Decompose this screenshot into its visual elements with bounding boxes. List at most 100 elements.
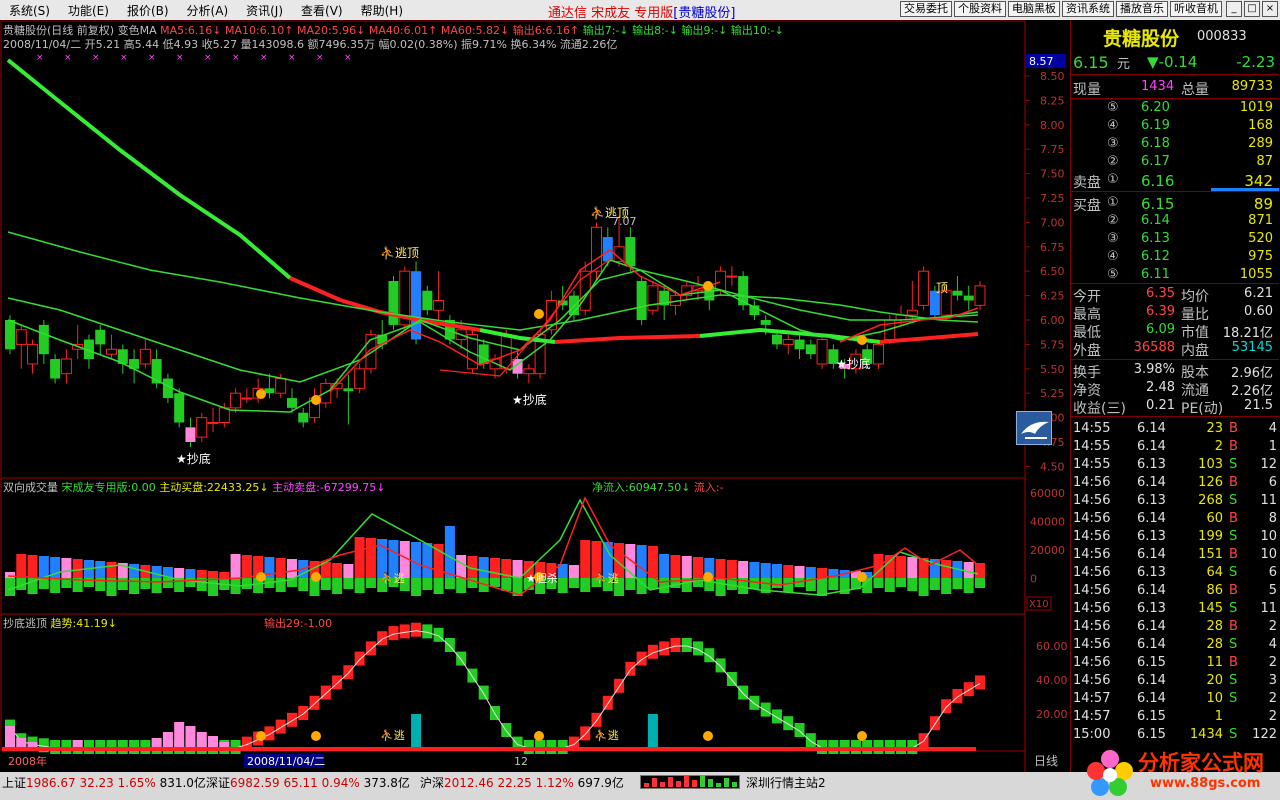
cell: ④ <box>1107 249 1119 264</box>
index-amount: 697.9亿 <box>577 776 624 790</box>
cell: 2 <box>1268 655 1277 670</box>
candle-body <box>478 344 489 364</box>
menu-item-4[interactable]: 资讯(J) <box>237 2 292 19</box>
top-button-4[interactable]: 播放音乐 <box>1116 1 1168 17</box>
volume-bar-down <box>873 578 884 588</box>
watermark-title: 分析家公式网 <box>1138 751 1264 775</box>
divider <box>1071 416 1279 417</box>
volume-bar-down <box>828 578 839 590</box>
candle-body <box>139 348 151 365</box>
volume-bar-up <box>185 569 196 578</box>
bid-volume: 1055 <box>1239 267 1273 282</box>
cell: 14:56 <box>1073 673 1111 688</box>
index-shanghai[interactable]: 上证1986.67 32.23 1.65% 831.0亿 <box>2 774 206 791</box>
volume-bar-down <box>580 578 591 592</box>
quote-panel: 贵糖股份 000833 6.15 元 ▼-0.14 -2.23 现量 1434 总量 89733 ⑤… <box>1070 20 1280 772</box>
cell: 量比 <box>1181 307 1209 323</box>
index-name: 上证 <box>2 776 27 790</box>
price-change: ▼-0.14 <box>1147 53 1198 71</box>
tick-row: 14:56 6.13 199 S 10 <box>1071 529 1279 547</box>
cell: 14:55 <box>1073 439 1111 454</box>
top-button-1[interactable]: 个股资料 <box>954 1 1006 17</box>
cell: 2 <box>1268 691 1277 706</box>
close-icon[interactable]: × <box>1262 1 1278 17</box>
minimize-icon[interactable]: _ <box>1226 1 1242 17</box>
cell: 6 <box>1268 565 1277 580</box>
divider <box>1071 98 1279 99</box>
menu-item-0[interactable]: 系统(S) <box>0 2 59 19</box>
volume-tick-label: 0 <box>1030 573 1037 586</box>
cell: B <box>1229 511 1238 526</box>
market-bar <box>708 779 713 787</box>
kline-chart[interactable]: 贵糖股份(日线 前复权) 变色MA MA5:6.16↓ MA10:6.10↑ M… <box>0 20 1070 772</box>
orange-ball-icon <box>256 389 266 399</box>
volume-bar-down <box>433 578 444 594</box>
volume-bar-up <box>726 560 737 578</box>
candle-body <box>760 320 771 325</box>
cell: 6.13 <box>1137 457 1166 472</box>
cell: S <box>1229 691 1238 706</box>
current-price-label: 8.57 <box>1029 55 1054 68</box>
maximize-icon[interactable]: □ <box>1244 1 1260 17</box>
chart-area[interactable]: 贵糖股份(日线 前复权) 变色MA MA5:6.16↓ MA10:6.10↑ M… <box>0 20 1070 772</box>
indicator-bar <box>625 661 636 676</box>
bid-price: 6.13 <box>1141 231 1170 246</box>
indicator-bar <box>320 685 331 700</box>
indicator-line <box>9 630 981 749</box>
candle-body <box>816 339 828 365</box>
period-tab[interactable]: 日线 <box>1034 754 1058 768</box>
marker: × <box>288 53 296 63</box>
volume-bar-down <box>941 578 952 594</box>
x10-label: X10 <box>1029 599 1049 610</box>
volume-bar-up <box>783 565 794 578</box>
menu-item-5[interactable]: 查看(V) <box>292 2 352 19</box>
volume-bar-down <box>929 578 940 590</box>
top-button-5[interactable]: 听收音机 <box>1170 1 1222 17</box>
top-button-0[interactable]: 交易委托 <box>900 1 952 17</box>
stock-name: 贵糖股份 <box>1103 28 1180 50</box>
top-buttons: 交易委托 个股资料 电脑黑板 资讯系统 播放音乐 听收音机 <box>900 1 1222 17</box>
candle-body <box>196 417 208 438</box>
indicator-bar <box>975 675 985 690</box>
stat-row: 今开 6.35 均价 6.21 <box>1071 286 1279 305</box>
cell: 6 <box>1268 475 1277 490</box>
volume-bar-down <box>444 578 455 589</box>
candle-body <box>500 334 512 370</box>
candle-body <box>782 339 794 345</box>
index-hushen[interactable]: 沪深2012.46 22.25 1.12% 697.9亿 <box>420 774 624 791</box>
indicator-bar <box>805 733 816 748</box>
danshe-label: ★胆杀 <box>526 571 558 585</box>
cell: 14:57 <box>1073 691 1111 706</box>
volume-bar-up <box>580 540 591 578</box>
volume-bar-down <box>208 578 219 596</box>
cell: 2 <box>1268 619 1277 634</box>
eagle-logo-icon[interactable] <box>1016 411 1052 445</box>
volume-bar-up <box>771 564 782 578</box>
orange-ball-icon <box>311 572 321 582</box>
candle-body <box>625 237 636 267</box>
menu-item-2[interactable]: 报价(B) <box>118 2 178 19</box>
ask-price: 6.16 <box>1141 172 1175 190</box>
volume-bar-up <box>365 538 376 578</box>
taoding-label: ⛹逃顶 <box>380 245 419 260</box>
price-tick-label: 4.50 <box>1040 460 1065 473</box>
menu-item-3[interactable]: 分析(A) <box>178 2 238 19</box>
cell: 268 <box>1198 493 1223 508</box>
divider <box>1071 359 1279 360</box>
top-button-3[interactable]: 资讯系统 <box>1062 1 1114 17</box>
cell: 14:56 <box>1073 529 1111 544</box>
cell: 28 <box>1206 637 1223 652</box>
candle-body <box>647 285 659 311</box>
marker: × <box>316 53 324 63</box>
indicator-pink-bar <box>162 732 173 748</box>
indicator-bar <box>309 695 320 710</box>
top-button-2[interactable]: 电脑黑板 <box>1008 1 1060 17</box>
cell: 6.13 <box>1137 601 1166 616</box>
stat-value: 6.09 <box>1146 322 1175 337</box>
menu-item-6[interactable]: 帮助(H) <box>352 2 412 19</box>
month-label: 12 <box>514 755 528 768</box>
menu-item-1[interactable]: 功能(E) <box>59 2 118 19</box>
volume-bar-up <box>941 560 952 578</box>
candle-body <box>952 290 963 296</box>
index-shenzhen[interactable]: 深证6982.59 65.11 0.94% 373.8亿 <box>206 774 410 791</box>
